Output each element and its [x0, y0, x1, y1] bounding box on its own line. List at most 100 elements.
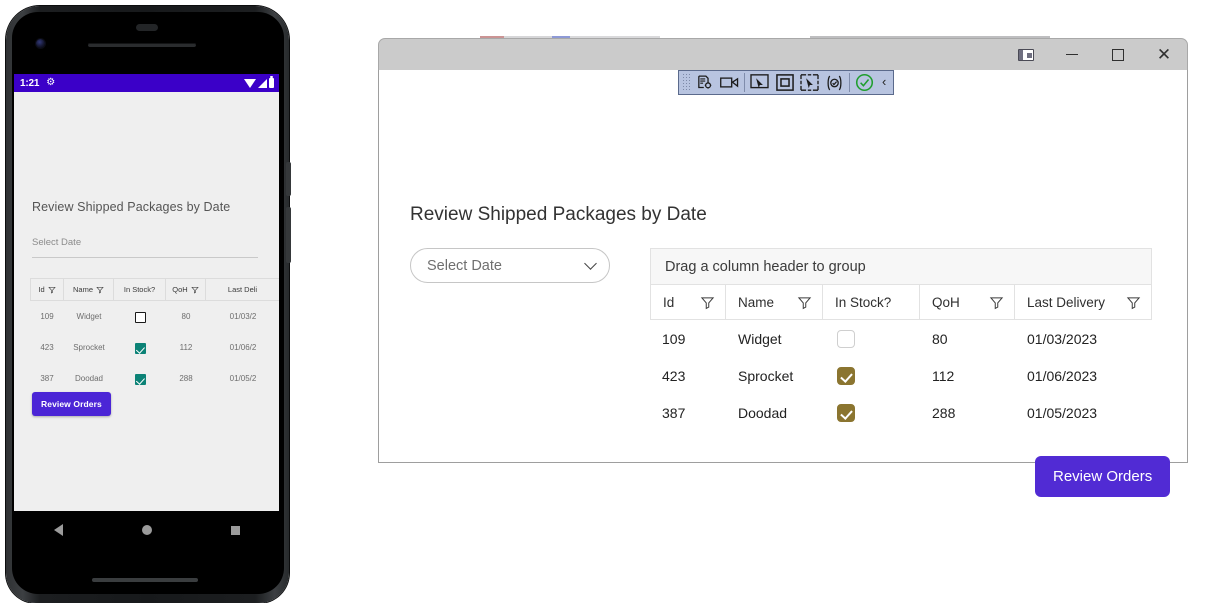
collapse-toolbar-icon[interactable]: ‹ — [877, 74, 891, 91]
select-pointer-icon[interactable] — [747, 72, 772, 93]
group-panel[interactable]: Drag a column header to group — [650, 248, 1152, 285]
cell-id: 423 — [662, 367, 686, 384]
phone-cell-id: 423 — [40, 343, 54, 352]
battery-icon — [269, 76, 274, 88]
column-label-in-stock: In Stock? — [835, 294, 892, 310]
cell-last-delivery: 01/03/2023 — [1027, 330, 1098, 347]
checkbox-checked[interactable] — [134, 374, 146, 385]
phone-cell-last-delivery: 01/06/2 — [229, 343, 257, 352]
filter-icon[interactable] — [1126, 295, 1141, 310]
dock-layout-button[interactable] — [1003, 40, 1049, 70]
phone-proximity-sensor — [136, 24, 158, 31]
android-navigation-bar — [14, 511, 279, 549]
phone-cell-name: Sprocket — [73, 343, 105, 352]
phone-column-header-qoh[interactable]: QoH — [166, 279, 206, 300]
phone-cell-in-stock — [114, 372, 166, 385]
phone-column-label-id: Id — [38, 285, 45, 294]
checkbox-checked[interactable] — [134, 343, 146, 354]
dock-layout-icon — [1018, 48, 1034, 61]
toolbar-drag-handle[interactable] — [682, 73, 690, 92]
maximize-button[interactable] — [1095, 40, 1141, 70]
filter-icon[interactable] — [47, 286, 56, 294]
phone-front-camera — [36, 39, 45, 48]
phone-table-row[interactable]: 109 Widget 80 01/03/2 — [30, 301, 279, 332]
checkbox-checked[interactable] — [837, 366, 855, 385]
cell-qoh: 80 — [932, 330, 948, 347]
date-select[interactable]: Select Date — [410, 248, 610, 283]
cell-name: Doodad — [738, 404, 788, 421]
window-client-area: Review Shipped Packages by Date Select D… — [378, 70, 1188, 497]
select-element-icon[interactable] — [772, 72, 797, 93]
checkbox-unchecked[interactable] — [837, 329, 855, 348]
phone-power-button[interactable] — [286, 162, 291, 196]
phone-review-orders-button[interactable]: Review Orders — [32, 392, 111, 416]
checkbox-unchecked[interactable] — [134, 312, 146, 323]
phone-column-label-last-delivery: Last Deli — [227, 285, 258, 294]
checkbox-checked[interactable] — [837, 403, 855, 422]
minimize-icon — [1066, 53, 1078, 56]
column-header-qoh[interactable]: QoH — [920, 285, 1015, 320]
cell-in-stock — [823, 403, 920, 422]
phone-date-field[interactable]: Select Date — [32, 237, 258, 258]
phone-cell-in-stock — [114, 310, 166, 323]
filter-icon[interactable] — [989, 295, 1004, 310]
phone-bottom-speaker — [92, 578, 198, 582]
cell-signal-icon — [258, 78, 267, 88]
phone-screen: 1:21 ⚙ Review Shipped Packages by Date S… — [14, 74, 279, 511]
packages-data-grid: Drag a column header to group Id Name In… — [650, 248, 1152, 431]
phone-column-header-in-stock[interactable]: In Stock? — [114, 279, 166, 300]
filter-icon[interactable] — [700, 295, 715, 310]
date-select-value: Select Date — [427, 257, 502, 274]
phone-column-label-qoh: QoH — [172, 285, 188, 294]
minimize-button[interactable] — [1049, 40, 1095, 70]
column-header-in-stock[interactable]: In Stock? — [823, 285, 920, 320]
verify-success-icon[interactable] — [852, 72, 877, 93]
phone-column-header-id[interactable]: Id — [30, 279, 64, 300]
record-video-icon[interactable] — [717, 72, 742, 93]
table-row[interactable]: 423 Sprocket 112 01/06/2023 — [650, 357, 1152, 394]
background-window-peek — [380, 20, 1186, 38]
status-bar-clock: 1:21 — [20, 77, 40, 89]
filter-icon[interactable] — [190, 286, 199, 294]
record-steps-icon[interactable] — [692, 72, 717, 93]
application-window: ✕ Review Shipped Packages by Date Select… — [378, 20, 1188, 497]
column-label-name: Name — [738, 294, 775, 310]
add-assertion-icon[interactable] — [822, 72, 847, 93]
home-icon[interactable] — [141, 525, 152, 535]
review-orders-button[interactable]: Review Orders — [1035, 456, 1171, 497]
phone-column-header-name[interactable]: Name — [64, 279, 114, 300]
android-status-bar: 1:21 ⚙ — [14, 74, 279, 92]
phone-page-title: Review Shipped Packages by Date — [32, 200, 231, 214]
phone-date-underline — [32, 257, 258, 258]
back-icon[interactable] — [53, 524, 63, 536]
window-title-bar[interactable]: ✕ — [378, 38, 1188, 70]
close-button[interactable]: ✕ — [1141, 40, 1187, 70]
cell-in-stock — [823, 366, 920, 385]
column-label-id: Id — [663, 294, 675, 310]
recents-icon[interactable] — [230, 525, 240, 535]
phone-table-row[interactable]: 423 Sprocket 112 01/06/2 — [30, 332, 279, 363]
cell-id: 387 — [662, 404, 686, 421]
page-title: Review Shipped Packages by Date — [410, 203, 707, 225]
column-header-last-delivery[interactable]: Last Delivery — [1015, 285, 1152, 320]
phone-earpiece-speaker — [88, 43, 196, 47]
cell-last-delivery: 01/06/2023 — [1027, 367, 1098, 384]
column-header-name[interactable]: Name — [726, 285, 823, 320]
phone-column-header-last-delivery[interactable]: Last Deli — [206, 279, 279, 300]
status-bar-icons — [244, 76, 274, 88]
toolbar-separator — [744, 73, 745, 92]
phone-volume-button[interactable] — [286, 207, 291, 263]
gear-icon: ⚙ — [46, 77, 56, 88]
cell-last-delivery: 01/05/2023 — [1027, 404, 1098, 421]
table-row[interactable]: 387 Doodad 288 01/05/2023 — [650, 394, 1152, 431]
select-region-icon[interactable] — [797, 72, 822, 93]
phone-table-row[interactable]: 387 Doodad 288 01/05/2 — [30, 363, 279, 394]
toolbar-separator — [849, 73, 850, 92]
phone-date-placeholder: Select Date — [32, 237, 82, 248]
filter-icon[interactable] — [96, 286, 104, 294]
table-row[interactable]: 109 Widget 80 01/03/2023 — [650, 320, 1152, 357]
phone-cell-name: Doodad — [74, 374, 104, 383]
filter-icon[interactable] — [797, 295, 812, 310]
column-header-id[interactable]: Id — [650, 285, 726, 320]
phone-data-grid: Id Name In Stock? QoH Last Deli 109 Widg… — [30, 278, 279, 394]
